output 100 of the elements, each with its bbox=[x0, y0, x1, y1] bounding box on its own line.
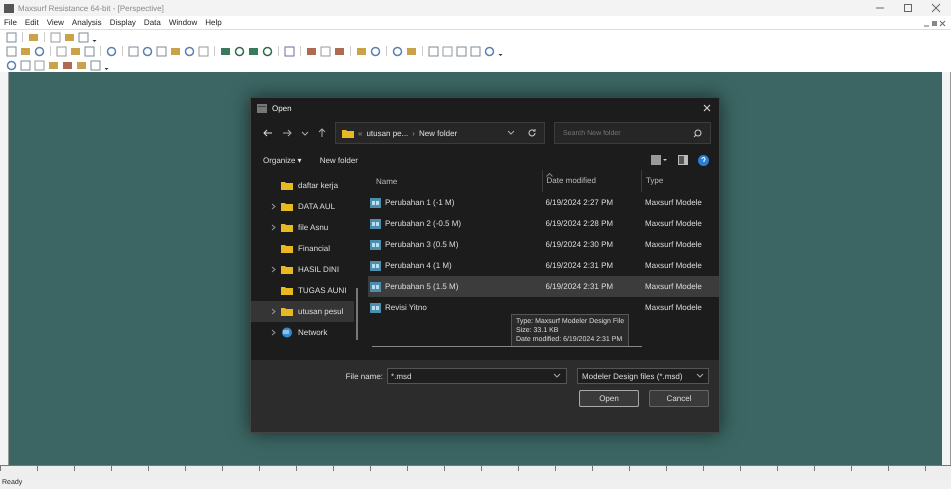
maximize-icon[interactable] bbox=[903, 3, 913, 13]
file-icon bbox=[370, 240, 381, 250]
toolbar-icon[interactable] bbox=[248, 46, 259, 56]
sidebar-item[interactable]: HASIL DINI bbox=[251, 259, 354, 280]
command-button[interactable]: New folder bbox=[320, 156, 358, 164]
scrollbar[interactable] bbox=[356, 288, 358, 340]
sidebar-item[interactable]: Financial bbox=[251, 238, 354, 259]
file-name-field[interactable]: *.msd bbox=[388, 369, 566, 383]
toolbar-icon[interactable] bbox=[106, 46, 117, 56]
toolbar-icon[interactable] bbox=[34, 46, 45, 56]
file-row[interactable]: Perubahan 5 (1.5 M) 6/19/2024 2:31 PM Maxsurf Modele bbox=[368, 276, 719, 297]
menu-item[interactable]: Edit bbox=[24, 18, 39, 27]
file-row[interactable]: Perubahan 1 (-1 M) 6/19/2024 2:27 PM Maxsurf Modele bbox=[368, 192, 719, 213]
file-icon bbox=[370, 260, 381, 270]
menu-item[interactable]: View bbox=[46, 18, 64, 27]
file-row[interactable]: Perubahan 2 (-0.5 M) 6/19/2024 2:28 PM Maxsurf Modele bbox=[368, 213, 719, 234]
toolbar-icon[interactable] bbox=[56, 46, 67, 56]
folder-icon bbox=[281, 286, 293, 295]
file-row[interactable]: Revisi Yitno Maxsurf Modele bbox=[368, 297, 719, 318]
field-label: File name: bbox=[346, 372, 383, 380]
folder-icon bbox=[281, 181, 293, 190]
file-row[interactable]: Perubahan 4 (1 M) 6/19/2024 2:31 PM Maxsurf Modele bbox=[368, 255, 719, 276]
file-row[interactable]: Perubahan 3 (0.5 M) 6/19/2024 2:30 PM Maxsurf Modele bbox=[368, 234, 719, 255]
window-title: Maxsurf Resistance 64-bit - [Perspective] bbox=[18, 4, 164, 12]
type-column-header[interactable]: Type bbox=[640, 170, 719, 192]
chevron-down-icon[interactable] bbox=[696, 373, 704, 379]
chevron-down-icon[interactable] bbox=[507, 130, 515, 136]
open-button[interactable]: Open bbox=[579, 390, 639, 407]
sidebar-item[interactable]: file Asnu bbox=[251, 217, 354, 238]
chevron-down-icon[interactable] bbox=[301, 129, 309, 137]
sidebar-item[interactable]: utusan pesul bbox=[251, 301, 354, 322]
cancel-button[interactable]: Cancel bbox=[649, 390, 709, 407]
toolbar-icon[interactable] bbox=[234, 46, 245, 56]
menu-item[interactable]: Help bbox=[205, 18, 222, 27]
help-icon[interactable] bbox=[698, 154, 709, 166]
preview-pane-icon[interactable] bbox=[678, 155, 688, 165]
breadcrumb-overflow[interactable]: « bbox=[358, 128, 362, 138]
address-bar[interactable]: « utusan pe... › New folder bbox=[335, 122, 545, 144]
sidebar-item[interactable]: DATA AUL bbox=[251, 196, 354, 217]
folder-icon bbox=[281, 202, 293, 211]
sidebar-item[interactable]: daftar kerja bbox=[251, 175, 354, 196]
dialog-icon bbox=[257, 104, 267, 112]
toolbar-icon[interactable] bbox=[220, 46, 231, 56]
toolbar-icon[interactable] bbox=[428, 46, 439, 56]
breadcrumb-separator: › bbox=[412, 128, 415, 138]
search-icon[interactable] bbox=[693, 129, 702, 138]
breadcrumb-item[interactable]: New folder bbox=[418, 128, 458, 138]
menu-item[interactable]: Analysis bbox=[72, 18, 102, 27]
toolbar-icon[interactable] bbox=[6, 32, 17, 42]
view-options-icon[interactable] bbox=[651, 155, 668, 165]
folder-icon bbox=[342, 128, 354, 138]
folder-icon bbox=[281, 223, 293, 232]
toolbar-icon[interactable] bbox=[484, 46, 495, 56]
toolbar-icon[interactable] bbox=[456, 46, 467, 56]
up-arrow-icon[interactable] bbox=[318, 128, 326, 138]
document-controls-icon[interactable] bbox=[923, 18, 947, 26]
toolbar-icon[interactable] bbox=[6, 60, 17, 70]
toolbar-icon[interactable] bbox=[142, 46, 153, 56]
file-icon bbox=[370, 302, 381, 312]
toolbar-icon[interactable] bbox=[50, 32, 61, 42]
forward-arrow-icon[interactable] bbox=[282, 129, 292, 137]
sidebar-item[interactable]: TUGAS AUNI bbox=[251, 280, 354, 301]
toolbar-icon[interactable] bbox=[198, 46, 209, 56]
toolbar-icon[interactable] bbox=[20, 60, 31, 70]
toolbar-icon[interactable] bbox=[128, 46, 139, 56]
toolbar-icon[interactable] bbox=[442, 46, 453, 56]
toolbar-icon[interactable] bbox=[370, 46, 381, 56]
dialog-title: Open bbox=[272, 104, 292, 112]
toolbar-icon[interactable] bbox=[470, 46, 481, 56]
file-icon bbox=[370, 218, 381, 228]
back-arrow-icon[interactable] bbox=[263, 129, 273, 137]
folder-icon bbox=[281, 244, 293, 253]
folder-icon bbox=[281, 265, 293, 274]
toolbar-icon[interactable] bbox=[156, 46, 167, 56]
toolbar-icon[interactable] bbox=[334, 46, 345, 56]
menu-item[interactable]: File bbox=[4, 18, 17, 27]
sidebar-item[interactable]: Network bbox=[251, 322, 354, 343]
toolbar-icon[interactable] bbox=[306, 46, 317, 56]
file-icon bbox=[370, 282, 381, 292]
breadcrumb-item[interactable]: utusan pe... bbox=[366, 128, 408, 138]
file-type-dropdown[interactable]: Modeler Design files (*.msd) bbox=[577, 368, 709, 384]
toolbar-icon[interactable] bbox=[62, 60, 73, 70]
toolbar-icon[interactable] bbox=[284, 46, 295, 56]
refresh-icon[interactable] bbox=[527, 128, 537, 138]
toolbar-icon[interactable] bbox=[392, 46, 403, 56]
toolbar-icon[interactable] bbox=[6, 46, 17, 56]
command-button[interactable]: Organize ▾ bbox=[263, 156, 302, 164]
date-column-header[interactable]: Date modified bbox=[542, 170, 641, 192]
toolbar-icon[interactable] bbox=[262, 46, 273, 56]
folder-icon bbox=[281, 307, 293, 316]
app-icon bbox=[4, 4, 14, 12]
menu-item[interactable]: Window bbox=[168, 18, 198, 27]
chevron-down-icon[interactable] bbox=[553, 373, 561, 379]
name-column-header[interactable]: Name bbox=[368, 176, 542, 186]
toolbar-icon[interactable] bbox=[320, 46, 331, 56]
toolbar-icon[interactable] bbox=[184, 46, 195, 56]
menu-item[interactable]: Data bbox=[144, 18, 161, 27]
toolbar-icon[interactable] bbox=[34, 60, 45, 70]
menu-item[interactable]: Display bbox=[110, 18, 136, 27]
scrollbar[interactable] bbox=[372, 346, 642, 347]
